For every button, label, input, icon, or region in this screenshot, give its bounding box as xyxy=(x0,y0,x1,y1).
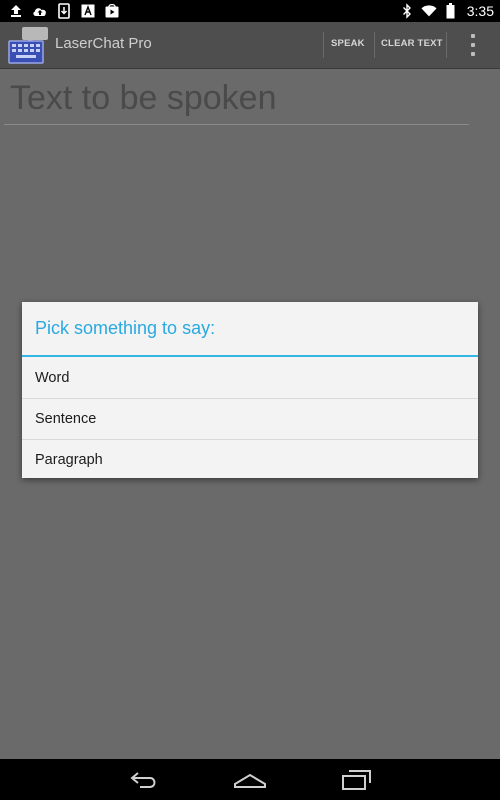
overflow-menu-icon[interactable] xyxy=(466,34,480,56)
action-divider xyxy=(374,32,375,58)
dialog-item-sentence[interactable]: Sentence xyxy=(22,399,478,439)
clear-text-button[interactable]: CLEAR TEXT xyxy=(381,32,443,56)
text-to-speak-input[interactable] xyxy=(4,73,469,125)
status-bar: 3:35 xyxy=(0,0,500,22)
dialog-title-divider xyxy=(22,355,478,357)
system-icons: 3:35 xyxy=(399,2,494,20)
speak-button[interactable]: SPEAK xyxy=(331,32,365,56)
play-store-icon xyxy=(104,3,120,19)
action-bar: LaserChat Pro SPEAK CLEAR TEXT xyxy=(0,22,500,69)
app-title: LaserChat Pro xyxy=(55,35,152,52)
dialog-item-paragraph[interactable]: Paragraph xyxy=(22,440,478,480)
upload-icon xyxy=(8,3,24,19)
dialog-title: Pick something to say: xyxy=(35,318,216,338)
wifi-icon xyxy=(421,3,437,19)
recent-apps-icon[interactable] xyxy=(338,767,374,793)
cloud-upload-icon xyxy=(32,3,48,19)
back-icon[interactable] xyxy=(126,767,162,793)
screen: 3:35 LaserChat Pro SPEAK CLEAR TEXT Text… xyxy=(0,0,500,800)
font-icon xyxy=(80,3,96,19)
download-to-device-icon xyxy=(56,3,72,19)
action-divider xyxy=(323,32,324,58)
battery-icon xyxy=(443,3,459,19)
navigation-bar xyxy=(0,759,500,800)
keyboard-chat-icon[interactable] xyxy=(8,25,52,65)
pick-phrase-dialog: Pick something to say: Word Sentence Par… xyxy=(22,302,478,478)
dialog-item-word[interactable]: Word xyxy=(22,358,478,398)
home-icon[interactable] xyxy=(232,767,268,793)
clock: 3:35 xyxy=(466,3,494,19)
notification-icons xyxy=(8,2,120,20)
action-divider xyxy=(446,32,447,58)
bluetooth-icon xyxy=(399,3,415,19)
